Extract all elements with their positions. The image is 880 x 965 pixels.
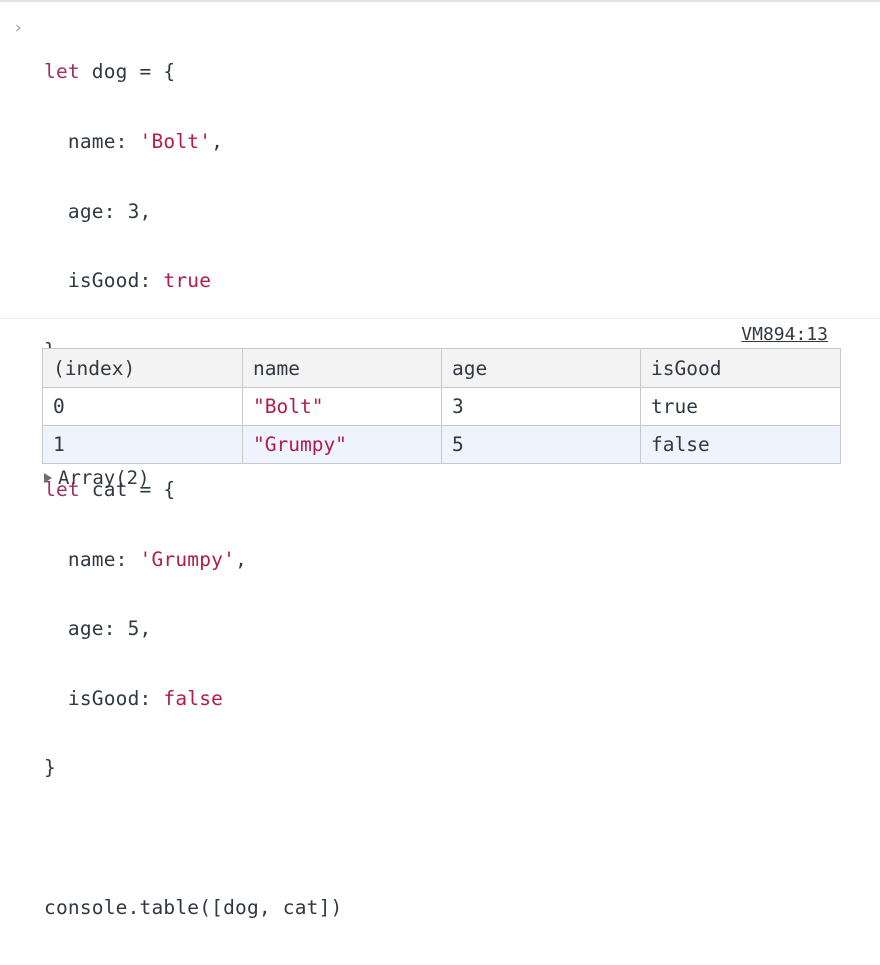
cell-name: "Bolt" bbox=[242, 387, 442, 426]
cell-isgood: false bbox=[640, 425, 841, 464]
code-line: name: 'Grumpy', bbox=[44, 548, 343, 571]
code-text: , bbox=[211, 130, 224, 153]
source-location-link[interactable]: VM894:13 bbox=[741, 324, 828, 346]
code-text: name: bbox=[44, 547, 140, 571]
table-row: 1 "Grumpy" 5 false bbox=[42, 425, 841, 464]
code-line: let dog = { bbox=[44, 60, 343, 83]
string-literal: 'Grumpy' bbox=[139, 547, 236, 571]
column-header-age[interactable]: age bbox=[441, 348, 641, 388]
entry-separator bbox=[0, 318, 880, 319]
column-header-isgood[interactable]: isGood bbox=[640, 348, 841, 388]
code-text: isGood: bbox=[44, 686, 164, 710]
code-line: age: 5, bbox=[44, 617, 152, 641]
keyword: let bbox=[44, 60, 80, 84]
code-line: isGood: true bbox=[44, 269, 343, 292]
table-row: 0 "Bolt" 3 true bbox=[42, 387, 841, 426]
console-table: (index) name age isGood 0 "Bolt" 3 true … bbox=[42, 348, 841, 464]
cell-name: "Grumpy" bbox=[242, 425, 442, 464]
cell-index: 1 bbox=[42, 425, 243, 464]
code-line: age: 3, bbox=[44, 199, 152, 223]
cell-isgood: true bbox=[640, 387, 841, 426]
code-line: console.table([dog, cat]) bbox=[44, 895, 343, 919]
code-line: name: 'Bolt', bbox=[44, 130, 343, 153]
column-header-index[interactable]: (index) bbox=[42, 348, 243, 388]
code-line: isGood: false bbox=[44, 687, 343, 710]
cell-index: 0 bbox=[42, 387, 243, 426]
code-text: dog = { bbox=[79, 60, 176, 84]
boolean-literal: true bbox=[163, 269, 212, 293]
top-border bbox=[0, 0, 880, 2]
string-literal: 'Bolt' bbox=[139, 130, 212, 153]
array-expander[interactable]: Array(2) bbox=[44, 466, 150, 490]
cell-age: 3 bbox=[441, 387, 641, 426]
code-line: } bbox=[44, 756, 56, 780]
boolean-literal: false bbox=[163, 686, 224, 710]
prompt-chevron-icon: › bbox=[13, 18, 24, 38]
table-header-row: (index) name age isGood bbox=[42, 348, 841, 388]
console-input-entry: › let dog = { name: 'Bolt', age: 3, isGo… bbox=[0, 6, 880, 919]
cell-age: 5 bbox=[441, 425, 641, 464]
code-text: isGood: bbox=[44, 269, 164, 293]
code-text: , bbox=[235, 547, 248, 571]
column-header-name[interactable]: name bbox=[242, 348, 442, 388]
code-text: name: bbox=[44, 130, 140, 153]
triangle-right-icon[interactable] bbox=[44, 473, 52, 483]
array-summary-label: Array(2) bbox=[58, 467, 150, 489]
